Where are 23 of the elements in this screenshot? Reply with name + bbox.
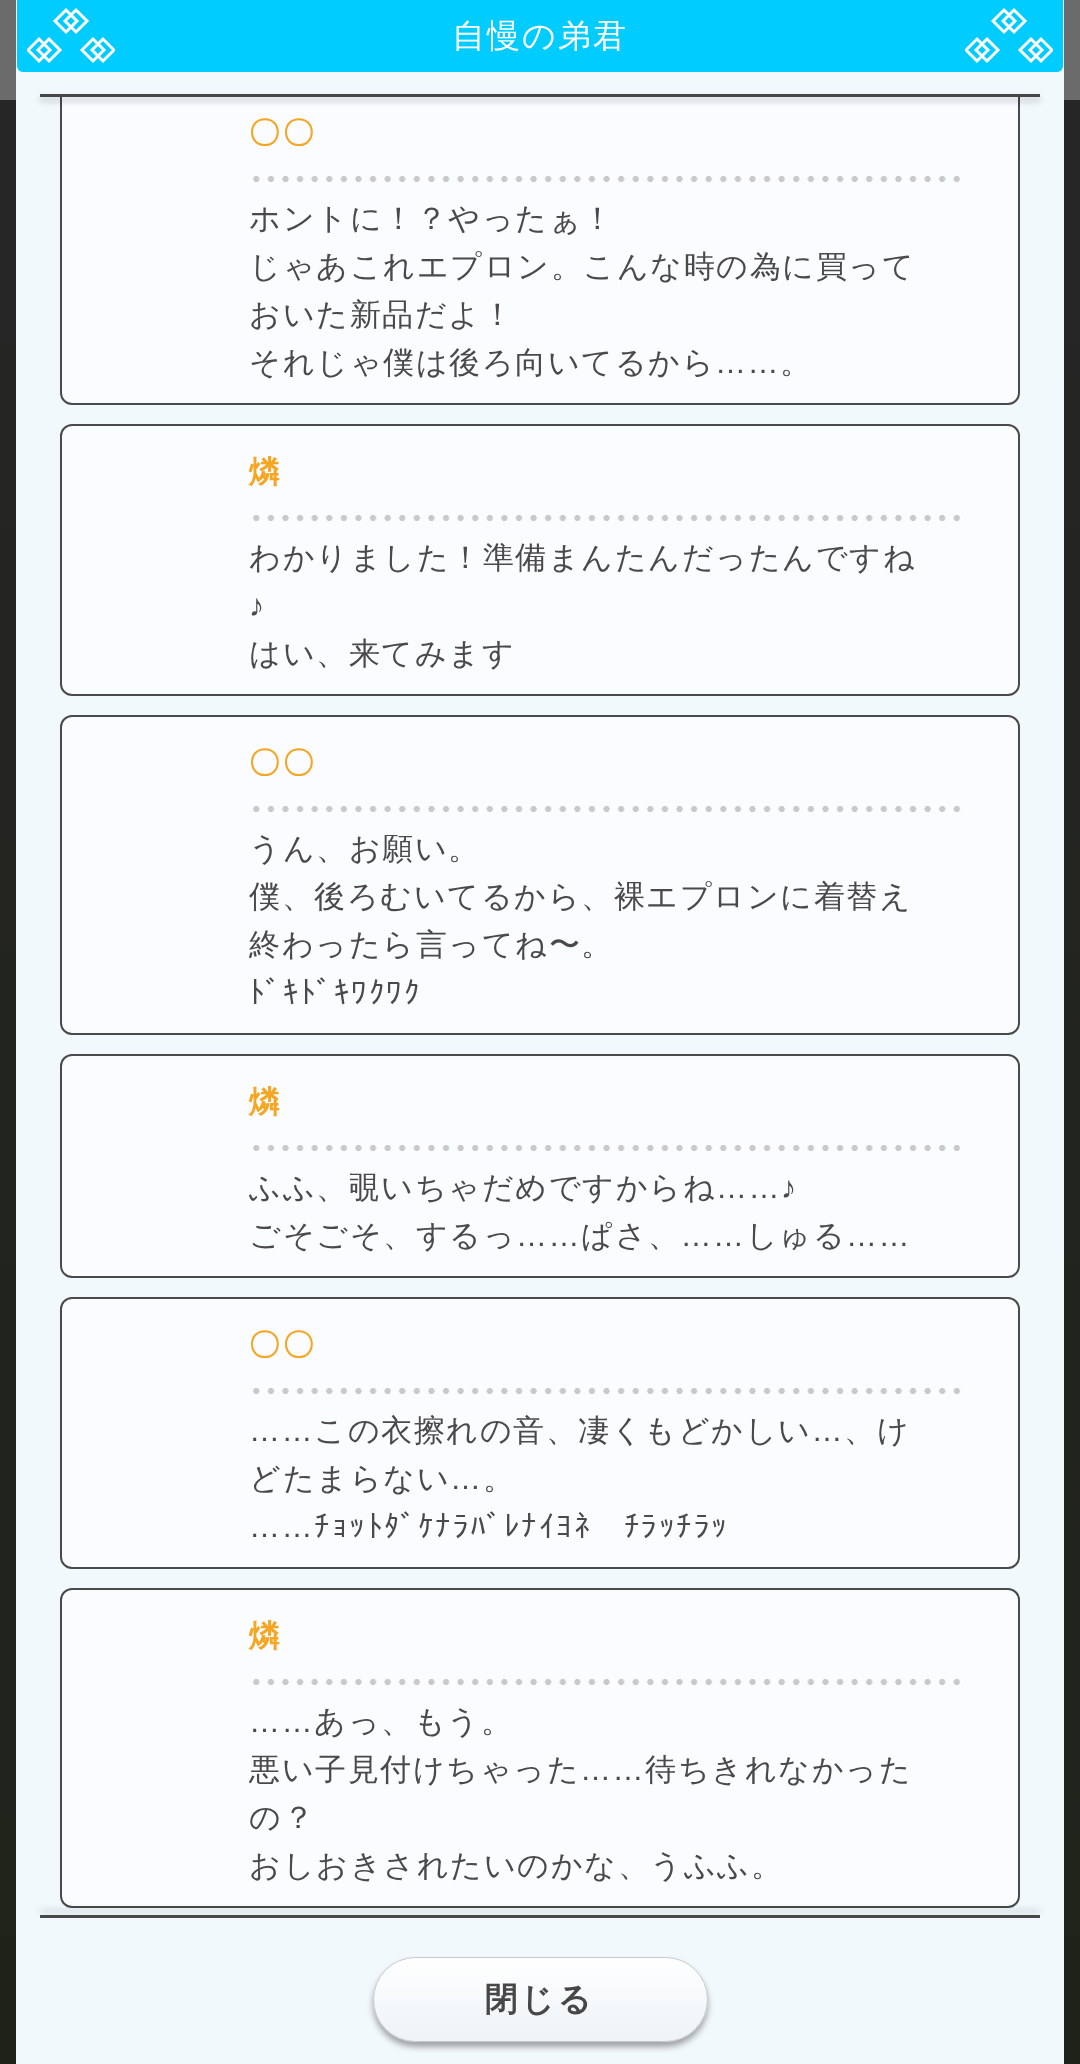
dialog-title: 自慢の弟君 <box>452 16 628 56</box>
message-line: それじゃ僕は後ろ向いてるから……。 <box>249 344 814 382</box>
message-line: ……ﾁｮｯﾄﾀﾞｹﾅﾗﾊﾞﾚﾅｲﾖﾈ ﾁﾗｯﾁﾗｯ <box>249 1508 730 1546</box>
speaker-name: 燐 <box>249 1617 284 1655</box>
close-button[interactable]: 閉じる <box>372 1957 708 2042</box>
speaker-name: 〇〇 <box>249 1326 318 1364</box>
message-line: ﾄﾞｷﾄﾞｷﾜｸﾜｸ <box>249 974 422 1012</box>
speaker-name: 〇〇 <box>249 744 318 782</box>
message-line: わかりました！準備まんたんだったんですね♪ <box>249 539 917 625</box>
message-line: ごそごそ、するっ……ぱさ、……しゅる…… <box>249 1217 912 1255</box>
message-line: はい、来てみます <box>249 635 516 673</box>
message-line: ……この衣擦れの音、凄くもどかしい…、けどたまらない…。 <box>249 1412 911 1498</box>
message-line: じゃあこれエプロン。こんな時の為に買っておいた新品だよ！ <box>249 248 916 334</box>
speaker-name: 燐 <box>249 1083 284 1121</box>
message-line: 悪い子見付けちゃった……待ちきれなかったの？ <box>249 1751 913 1837</box>
message-line: 僕、後ろむいてるから、裸エプロンに着替え終わったら言ってね〜。 <box>249 878 913 964</box>
message-line: うん、お願い。 <box>249 830 482 868</box>
message-line: ……あっ、もう。 <box>249 1703 514 1741</box>
speaker-name: 燐 <box>249 453 284 491</box>
message-line: ふふ、覗いちゃだめですからね……♪ <box>249 1169 799 1207</box>
message-line: ホントに！？やったぁ！ <box>249 200 616 238</box>
message-line: おしおきされたいのかな、うふふ。 <box>249 1847 784 1885</box>
speaker-name: 〇〇 <box>249 114 318 152</box>
